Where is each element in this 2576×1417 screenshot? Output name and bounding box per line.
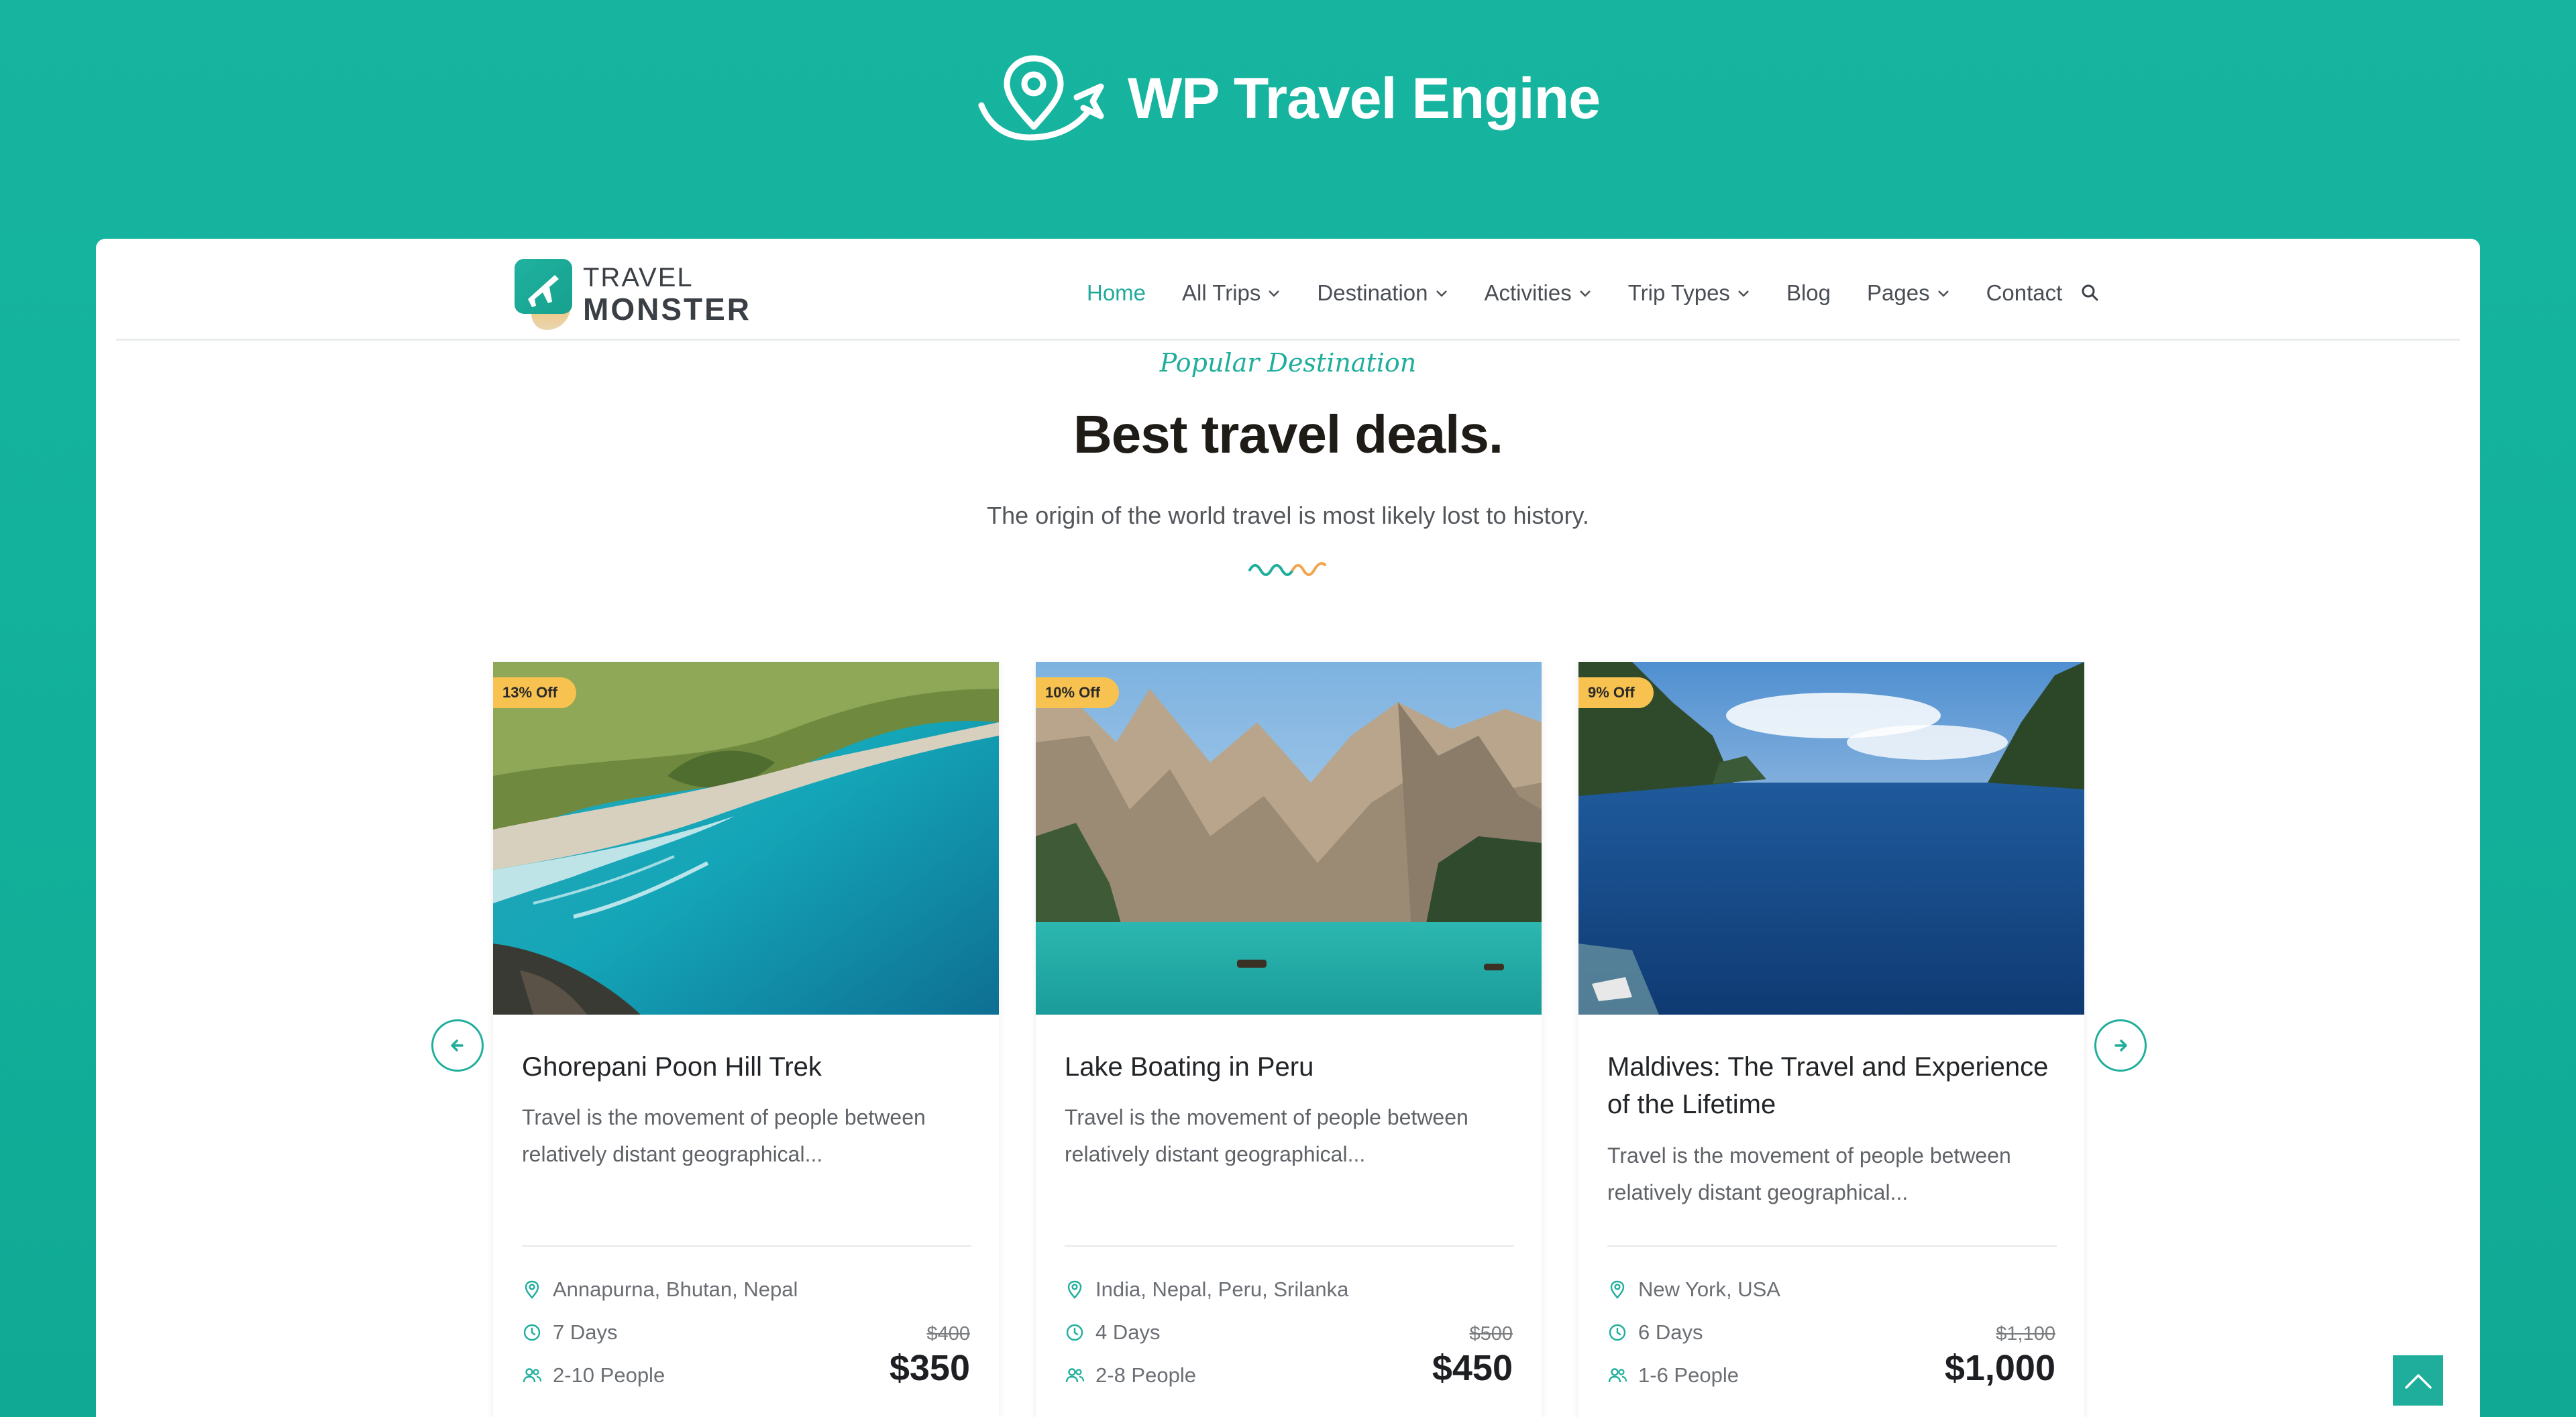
trip-group-size-text: 2-8 People <box>1095 1363 1196 1387</box>
trip-card[interactable]: 10% Off Lake Boating in Peru Travel is t… <box>1036 662 1542 1417</box>
trip-duration-text: 4 Days <box>1095 1320 1161 1344</box>
trip-duration: 7 Days <box>522 1320 617 1345</box>
travel-monster-logo-icon <box>515 259 572 330</box>
location-pin-icon <box>1067 1280 1082 1299</box>
nav-blog[interactable]: Blog <box>1786 280 1831 306</box>
arrow-right-icon <box>2114 1039 2127 1052</box>
back-to-top-button[interactable] <box>2393 1355 2443 1406</box>
chevron-down-icon <box>1937 290 1949 297</box>
original-price: $1,100 <box>1996 1323 2055 1345</box>
trip-duration-text: 7 Days <box>553 1320 618 1344</box>
clock-icon <box>1609 1324 1626 1341</box>
trip-description: Travel is the movement of people between… <box>1607 1143 2011 1204</box>
clock-icon <box>523 1324 541 1341</box>
site-logo[interactable]: TRAVEL MONSTER <box>513 258 751 331</box>
nav-trip-types-label: Trip Types <box>1627 280 1730 305</box>
trip-duration: 4 Days <box>1065 1320 1160 1345</box>
trip-duration-text: 6 Days <box>1638 1320 1703 1344</box>
top-banner: WP Travel Engine <box>0 0 2576 239</box>
trip-description: Travel is the movement of people between… <box>522 1105 926 1166</box>
nav-activities-label: Activities <box>1484 280 1572 305</box>
trip-title[interactable]: Lake Boating in Peru <box>1065 1048 1514 1086</box>
trip-image-coast[interactable]: 13% Off <box>493 662 999 1015</box>
main-nav: Home All Trips Destination Activities Tr… <box>1087 280 2101 306</box>
chevron-down-icon <box>1269 290 1280 297</box>
trip-location: Annapurna, Bhutan, Nepal <box>522 1278 798 1302</box>
nav-pages[interactable]: Pages <box>1867 280 1950 306</box>
trip-title[interactable]: Ghorepani Poon Hill Trek <box>522 1048 971 1086</box>
section-subline: The origin of the world travel is most l… <box>987 502 1589 529</box>
sale-price: $1,000 <box>1944 1348 2055 1388</box>
trip-image-mountain-lake[interactable]: 10% Off <box>1036 662 1542 1015</box>
chevron-down-icon <box>1436 290 1447 297</box>
nav-destination[interactable]: Destination <box>1317 280 1448 306</box>
sale-price: $450 <box>1432 1348 1513 1388</box>
trip-location-text: Annapurna, Bhutan, Nepal <box>553 1278 798 1301</box>
card-divider <box>1607 1245 2057 1247</box>
trip-image-lagoon[interactable]: 9% Off <box>1578 662 2084 1015</box>
trip-card[interactable]: 9% Off Maldives: The Travel and Experien… <box>1578 662 2084 1417</box>
carousel-prev-button[interactable] <box>431 1019 484 1072</box>
nav-contact[interactable]: Contact <box>1986 280 2063 306</box>
original-price: $400 <box>926 1323 970 1345</box>
site-preview: TRAVEL MONSTER Home All Trips Destinatio… <box>96 239 2480 1417</box>
trip-group-size-text: 2-10 People <box>553 1363 665 1387</box>
trip-group-size: 2-8 People <box>1065 1363 1196 1387</box>
section-eyebrow: Popular Destination <box>1159 348 1417 378</box>
location-pin-icon <box>525 1280 539 1299</box>
location-plane-icon <box>978 55 1104 141</box>
card-divider <box>1065 1245 1514 1247</box>
trip-title[interactable]: Maldives: The Travel and Experience of t… <box>1607 1048 2057 1123</box>
arrow-left-icon <box>451 1039 464 1052</box>
clock-icon <box>1066 1324 1083 1341</box>
logo-line-2: MONSTER <box>583 292 751 327</box>
nav-all-trips[interactable]: All Trips <box>1182 280 1281 306</box>
trip-location: New York, USA <box>1607 1278 1780 1302</box>
card-divider <box>522 1245 971 1247</box>
chevron-down-icon <box>1738 290 1749 297</box>
section-headline: Best travel deals. <box>1073 404 1503 464</box>
nav-home-label: Home <box>1087 280 1146 305</box>
nav-destination-label: Destination <box>1317 280 1428 305</box>
trip-location: India, Nepal, Peru, Srilanka <box>1065 1278 1348 1302</box>
discount-badge: 10% Off <box>1036 677 1119 708</box>
site-header: TRAVEL MONSTER Home All Trips Destinatio… <box>116 239 2460 341</box>
trip-card[interactable]: 13% Off Ghorepani Poon Hill Trek Travel … <box>493 662 999 1417</box>
trip-duration: 6 Days <box>1607 1320 1703 1345</box>
trip-location-text: New York, USA <box>1638 1278 1780 1301</box>
nav-blog-label: Blog <box>1786 280 1831 305</box>
chevron-up-icon <box>2404 1373 2432 1389</box>
location-pin-icon <box>1610 1280 1625 1299</box>
banner-title: WP Travel Engine <box>1127 66 1601 131</box>
squiggle-divider-icon <box>1248 562 1326 576</box>
nav-home[interactable]: Home <box>1087 280 1146 306</box>
nav-all-trips-label: All Trips <box>1182 280 1261 305</box>
discount-badge: 13% Off <box>493 677 576 708</box>
chevron-down-icon <box>1579 290 1591 297</box>
banner-brand: WP Travel Engine <box>976 54 1601 143</box>
nav-trip-types[interactable]: Trip Types <box>1628 280 1750 306</box>
search-icon[interactable] <box>2080 282 2101 304</box>
nav-pages-label: Pages <box>1867 280 1930 305</box>
people-icon <box>1065 1368 1085 1383</box>
trip-group-size: 2-10 People <box>522 1363 665 1387</box>
logo-line-1: TRAVEL <box>583 263 694 292</box>
trip-location-text: India, Nepal, Peru, Srilanka <box>1095 1278 1349 1301</box>
sale-price: $350 <box>889 1348 970 1388</box>
nav-contact-label: Contact <box>1986 280 2063 305</box>
trip-description: Travel is the movement of people between… <box>1065 1105 1468 1166</box>
people-icon <box>1608 1368 1627 1383</box>
nav-activities[interactable]: Activities <box>1485 280 1592 306</box>
original-price: $500 <box>1469 1323 1513 1345</box>
trip-group-size-text: 1-6 People <box>1638 1363 1739 1387</box>
carousel-next-button[interactable] <box>2094 1019 2147 1072</box>
trip-group-size: 1-6 People <box>1607 1363 1739 1387</box>
people-icon <box>523 1368 542 1383</box>
discount-badge: 9% Off <box>1578 677 1654 708</box>
